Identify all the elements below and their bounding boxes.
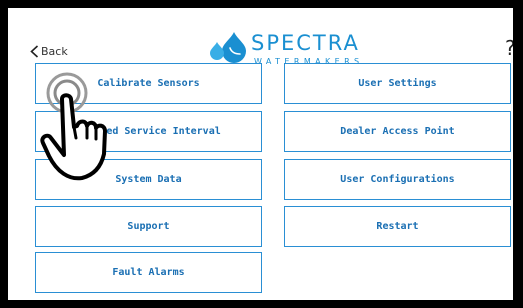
logo-name: SPECTRA	[251, 31, 360, 55]
restart-button[interactable]: Restart	[284, 206, 511, 247]
help-button[interactable]: ?	[505, 37, 513, 59]
chevron-left-icon	[30, 44, 39, 58]
settings-screen: Back SPECTRA WATERMAKERS ? Calibrate Sen…	[8, 8, 513, 300]
dealer-access-point-button[interactable]: Dealer Access Point	[284, 111, 511, 152]
back-label: Back	[41, 44, 68, 58]
updated-service-interval-button[interactable]: Updated Service Interval	[35, 111, 262, 152]
fault-alarms-button[interactable]: Fault Alarms	[35, 252, 262, 293]
spectra-logo: SPECTRA WATERMAKERS	[208, 25, 378, 67]
back-button[interactable]: Back	[30, 41, 68, 61]
user-configurations-button[interactable]: User Configurations	[284, 159, 511, 200]
system-data-button[interactable]: System Data	[35, 159, 262, 200]
user-settings-button[interactable]: User Settings	[284, 63, 511, 104]
droplet-logo-icon	[210, 32, 246, 63]
calibrate-sensors-button[interactable]: Calibrate Sensors	[35, 63, 262, 104]
support-button[interactable]: Support	[35, 206, 262, 247]
